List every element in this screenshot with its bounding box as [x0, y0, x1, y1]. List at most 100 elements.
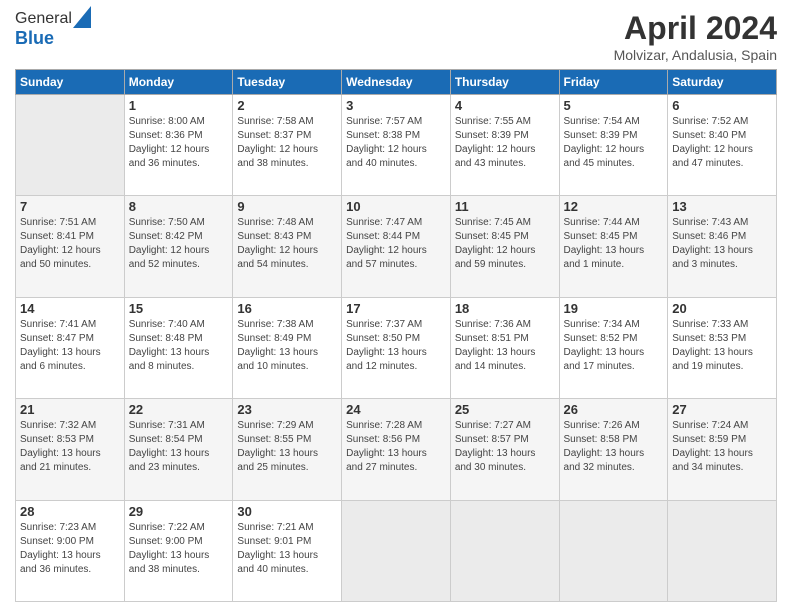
day-number: 21 [20, 402, 120, 417]
calendar-cell: 4 Sunrise: 7:55 AM Sunset: 8:39 PM Daylig… [450, 95, 559, 196]
day-info: Sunrise: 7:26 AM Sunset: 8:58 PM Dayligh… [564, 419, 664, 475]
calendar-cell: 21Sunrise: 7:32 AM Sunset: 8:53 PM Dayli… [16, 399, 125, 500]
calendar-cell: 10Sunrise: 7:47 AM Sunset: 8:44 PM Dayli… [342, 196, 451, 297]
day-number: 15 [129, 301, 229, 316]
day-info: Sunrise: 7:36 AM Sunset: 8:51 PM Dayligh… [455, 318, 555, 374]
calendar-cell: 19 Sunrise: 7:34 AM Sunset: 8:52 PM Dayli… [559, 297, 668, 398]
logo-blue-text: Blue [15, 28, 91, 49]
calendar-cell: 14 Sunrise: 7:41 AM Sunset: 8:47 PM Dayli… [16, 297, 125, 398]
week-row-2: 7Sunrise: 7:51 AM Sunset: 8:41 PM Daylig… [16, 196, 777, 297]
calendar-cell: 16Sunrise: 7:38 AM Sunset: 8:49 PM Dayli… [233, 297, 342, 398]
day-info: Sunrise: 7:57 AM Sunset: 8:38 PM Dayligh… [346, 115, 446, 171]
day-info: Sunrise: 7:22 AM Sunset: 9:00 PM Dayligh… [129, 521, 229, 577]
day-info: Sunrise: 7:55 AM Sunset: 8:39 PM Dayligh… [455, 115, 555, 171]
day-info: Sunrise: 7:50 AM Sunset: 8:42 PM Dayligh… [129, 216, 229, 272]
location-subtitle: Molvizar, Andalusia, Spain [614, 47, 777, 63]
day-info: Sunrise: 7:28 AM Sunset: 8:56 PM Dayligh… [346, 419, 446, 475]
day-number: 23 [237, 402, 337, 417]
calendar-cell: 23 Sunrise: 7:29 AM Sunset: 8:55 PM Dayli… [233, 399, 342, 500]
day-number: 13 [672, 199, 772, 214]
day-info: Sunrise: 7:33 AM Sunset: 8:53 PM Dayligh… [672, 318, 772, 374]
calendar-cell: 11 Sunrise: 7:45 AM Sunset: 8:45 PM Dayli… [450, 196, 559, 297]
day-info: Sunrise: 7:43 AM Sunset: 8:46 PM Dayligh… [672, 216, 772, 272]
month-title: April 2024 [614, 10, 777, 47]
calendar-cell: 26 Sunrise: 7:26 AM Sunset: 8:58 PM Dayli… [559, 399, 668, 500]
day-info: Sunrise: 7:48 AM Sunset: 8:43 PM Dayligh… [237, 216, 337, 272]
calendar-cell: 25 Sunrise: 7:27 AM Sunset: 8:57 PM Dayli… [450, 399, 559, 500]
calendar-cell [16, 95, 125, 196]
weekday-header-monday: Monday [124, 70, 233, 95]
day-number: 27 [672, 402, 772, 417]
day-info: Sunrise: 7:27 AM Sunset: 8:57 PM Dayligh… [455, 419, 555, 475]
day-number: 4 [455, 98, 555, 113]
weekday-header-friday: Friday [559, 70, 668, 95]
calendar-cell: 5Sunrise: 7:54 AM Sunset: 8:39 PM Daylig… [559, 95, 668, 196]
day-info: Sunrise: 7:52 AM Sunset: 8:40 PM Dayligh… [672, 115, 772, 171]
calendar-cell: 2 Sunrise: 7:58 AM Sunset: 8:37 PM Daylig… [233, 95, 342, 196]
day-number: 2 [237, 98, 337, 113]
day-number: 9 [237, 199, 337, 214]
day-info: Sunrise: 7:24 AM Sunset: 8:59 PM Dayligh… [672, 419, 772, 475]
calendar-table: SundayMondayTuesdayWednesdayThursdayFrid… [15, 69, 777, 602]
weekday-header-sunday: Sunday [16, 70, 125, 95]
weekday-header-wednesday: Wednesday [342, 70, 451, 95]
day-number: 25 [455, 402, 555, 417]
weekday-header-saturday: Saturday [668, 70, 777, 95]
calendar-cell [342, 500, 451, 601]
day-number: 28 [20, 504, 120, 519]
day-info: Sunrise: 7:31 AM Sunset: 8:54 PM Dayligh… [129, 419, 229, 475]
calendar-cell: 15 Sunrise: 7:40 AM Sunset: 8:48 PM Dayli… [124, 297, 233, 398]
day-number: 14 [20, 301, 120, 316]
day-number: 8 [129, 199, 229, 214]
day-info: Sunrise: 7:40 AM Sunset: 8:48 PM Dayligh… [129, 318, 229, 374]
week-row-5: 28 Sunrise: 7:23 AM Sunset: 9:00 PM Dayli… [16, 500, 777, 601]
calendar-cell: 20 Sunrise: 7:33 AM Sunset: 8:53 PM Dayli… [668, 297, 777, 398]
calendar-cell: 9 Sunrise: 7:48 AM Sunset: 8:43 PM Daylig… [233, 196, 342, 297]
logo-icon [73, 6, 91, 28]
calendar-cell: 17Sunrise: 7:37 AM Sunset: 8:50 PM Dayli… [342, 297, 451, 398]
calendar-cell: 29 Sunrise: 7:22 AM Sunset: 9:00 PM Dayli… [124, 500, 233, 601]
day-info: Sunrise: 7:44 AM Sunset: 8:45 PM Dayligh… [564, 216, 664, 272]
day-number: 11 [455, 199, 555, 214]
day-info: Sunrise: 7:54 AM Sunset: 8:39 PM Dayligh… [564, 115, 664, 171]
weekday-header-thursday: Thursday [450, 70, 559, 95]
day-info: Sunrise: 7:58 AM Sunset: 8:37 PM Dayligh… [237, 115, 337, 171]
week-row-3: 14 Sunrise: 7:41 AM Sunset: 8:47 PM Dayli… [16, 297, 777, 398]
title-section: April 2024 Molvizar, Andalusia, Spain [614, 10, 777, 63]
day-number: 20 [672, 301, 772, 316]
week-row-4: 21Sunrise: 7:32 AM Sunset: 8:53 PM Dayli… [16, 399, 777, 500]
day-number: 22 [129, 402, 229, 417]
day-number: 18 [455, 301, 555, 316]
day-number: 29 [129, 504, 229, 519]
calendar-cell [559, 500, 668, 601]
day-info: Sunrise: 7:41 AM Sunset: 8:47 PM Dayligh… [20, 318, 120, 374]
day-number: 30 [237, 504, 337, 519]
calendar-cell: 7Sunrise: 7:51 AM Sunset: 8:41 PM Daylig… [16, 196, 125, 297]
calendar-cell: 3Sunrise: 7:57 AM Sunset: 8:38 PM Daylig… [342, 95, 451, 196]
day-info: Sunrise: 7:34 AM Sunset: 8:52 PM Dayligh… [564, 318, 664, 374]
day-info: Sunrise: 7:51 AM Sunset: 8:41 PM Dayligh… [20, 216, 120, 272]
calendar-cell [450, 500, 559, 601]
day-number: 19 [564, 301, 664, 316]
calendar-cell: 12Sunrise: 7:44 AM Sunset: 8:45 PM Dayli… [559, 196, 668, 297]
day-number: 26 [564, 402, 664, 417]
calendar-cell: 18 Sunrise: 7:36 AM Sunset: 8:51 PM Dayli… [450, 297, 559, 398]
day-number: 17 [346, 301, 446, 316]
week-row-1: 1Sunrise: 8:00 AM Sunset: 8:36 PM Daylig… [16, 95, 777, 196]
day-info: Sunrise: 7:21 AM Sunset: 9:01 PM Dayligh… [237, 521, 337, 577]
calendar-cell: 13 Sunrise: 7:43 AM Sunset: 8:46 PM Dayli… [668, 196, 777, 297]
calendar-header: SundayMondayTuesdayWednesdayThursdayFrid… [16, 70, 777, 95]
day-info: Sunrise: 7:23 AM Sunset: 9:00 PM Dayligh… [20, 521, 120, 577]
calendar-cell [668, 500, 777, 601]
day-number: 1 [129, 98, 229, 113]
calendar-cell: 28 Sunrise: 7:23 AM Sunset: 9:00 PM Dayli… [16, 500, 125, 601]
day-info: Sunrise: 7:45 AM Sunset: 8:45 PM Dayligh… [455, 216, 555, 272]
logo: General Blue [15, 10, 91, 49]
calendar-cell: 8 Sunrise: 7:50 AM Sunset: 8:42 PM Daylig… [124, 196, 233, 297]
calendar-cell: 30 Sunrise: 7:21 AM Sunset: 9:01 PM Dayli… [233, 500, 342, 601]
calendar-body: 1Sunrise: 8:00 AM Sunset: 8:36 PM Daylig… [16, 95, 777, 602]
calendar-cell: 24Sunrise: 7:28 AM Sunset: 8:56 PM Dayli… [342, 399, 451, 500]
day-info: Sunrise: 7:47 AM Sunset: 8:44 PM Dayligh… [346, 216, 446, 272]
weekday-header-tuesday: Tuesday [233, 70, 342, 95]
day-info: Sunrise: 7:29 AM Sunset: 8:55 PM Dayligh… [237, 419, 337, 475]
